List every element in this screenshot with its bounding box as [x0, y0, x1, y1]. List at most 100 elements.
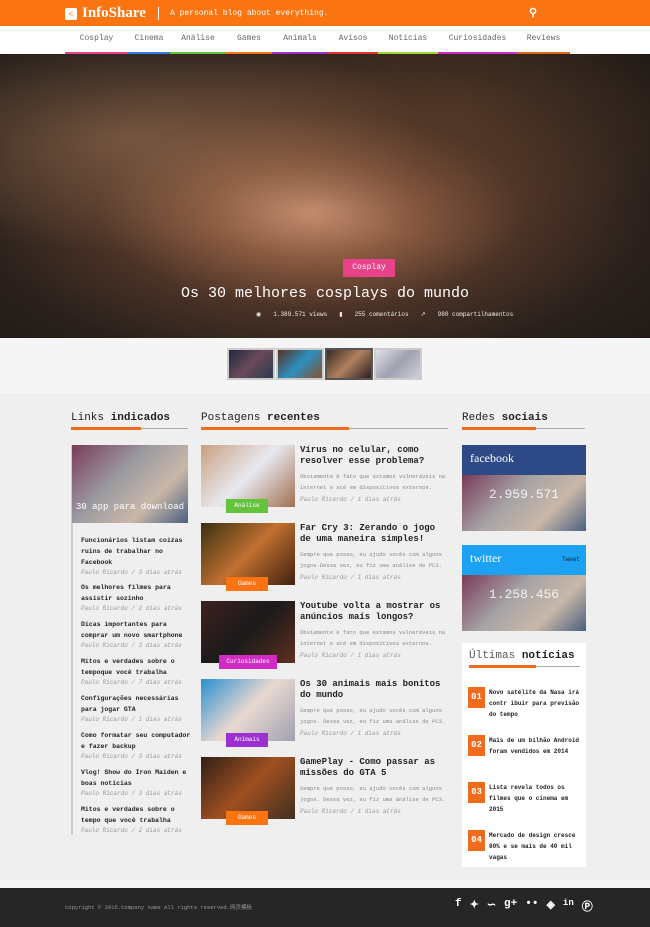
- link-title[interactable]: Funcionários listam coizas ruins de trab…: [81, 535, 191, 568]
- nav-item-cinema[interactable]: Cinema: [128, 26, 170, 54]
- rss-icon[interactable]: ∽: [487, 898, 496, 914]
- nav-item-animals[interactable]: Animals: [272, 26, 328, 54]
- nav-item-games[interactable]: Games: [226, 26, 272, 54]
- flickr-icon[interactable]: ••: [525, 898, 538, 914]
- post-category-badge[interactable]: Games: [226, 811, 268, 825]
- link-title[interactable]: Como formatar seu computador e fazer bac…: [81, 730, 191, 752]
- linkedin-icon[interactable]: in: [563, 898, 574, 914]
- post-category-badge[interactable]: Animais: [226, 733, 268, 747]
- tweet-button[interactable]: Tweet: [562, 556, 580, 563]
- footer-gap: [0, 880, 650, 888]
- social-heading: Redes sociais: [462, 412, 585, 430]
- news-heading: Últimas notícias: [469, 650, 580, 668]
- link-item[interactable]: Funcionários listam coizas ruins de trab…: [81, 535, 191, 576]
- twitter-count: 1.258.456: [462, 575, 586, 631]
- post-item[interactable]: Análise Vírus no celular, como resolver e…: [201, 445, 451, 515]
- post-meta: Paulo Ricardo / 1 dias atrás: [300, 808, 401, 815]
- post-image[interactable]: [201, 679, 295, 741]
- post-image[interactable]: [201, 601, 295, 663]
- post-meta: Paulo Ricardo / 1 dias atrás: [300, 574, 401, 581]
- link-title[interactable]: Dicas importantes para comprar um novo s…: [81, 619, 191, 641]
- post-item[interactable]: Games Far Cry 3: Zerando o jogo de uma ma…: [201, 523, 451, 593]
- post-item[interactable]: Curiosidades Youtube volta a mostrar os a…: [201, 601, 451, 671]
- link-title[interactable]: Configurações necessárias para jogar GTA: [81, 693, 191, 715]
- news-title[interactable]: Lista revela todos os filmes que o cinem…: [489, 782, 585, 815]
- facebook-icon[interactable]: f: [455, 898, 462, 914]
- search-icon[interactable]: ⚲: [529, 6, 537, 20]
- logo-text: InfoShare: [82, 5, 146, 21]
- slide-thumbnail[interactable]: [374, 348, 422, 380]
- logo[interactable]: < InfoShare: [65, 5, 146, 22]
- post-title[interactable]: Vírus no celular, como resolver esse pro…: [300, 445, 450, 467]
- post-title[interactable]: Far Cry 3: Zerando o jogo de uma maneira…: [300, 523, 450, 545]
- link-title[interactable]: Mitos e verdades sobre o tempoque você t…: [81, 656, 191, 678]
- nav-item-notícias[interactable]: Notícias: [378, 26, 438, 54]
- link-meta: Paulo Ricardo / 3 dias atrás: [81, 753, 182, 760]
- link-item[interactable]: Como formatar seu computador e fazer bac…: [81, 730, 191, 760]
- post-excerpt: Sempre que posso, eu ajudo vocês com alg…: [300, 707, 446, 725]
- post-title[interactable]: Os 30 animais mais bonitos do mundo: [300, 679, 450, 701]
- link-meta: Paulo Ricardo / 1 dias atrás: [81, 716, 182, 723]
- hero-title[interactable]: Os 30 melhores cosplays do mundo: [0, 285, 650, 302]
- post-image[interactable]: [201, 523, 295, 585]
- twitter-widget[interactable]: twitter Tweet 1.258.456: [462, 545, 586, 631]
- views-count: 1.389.571 views: [273, 311, 328, 318]
- link-meta: Paulo Ricardo / 3 dias atrás: [81, 642, 182, 649]
- news-title[interactable]: Novo satélite da Nasa irá contr ibuir pa…: [489, 687, 585, 720]
- hero-meta: ◉ 1.389.571 views ▮ 255 comentários ↗ 980 c…: [256, 311, 513, 318]
- post-meta: Paulo Ricardo / 1 dias atrás: [300, 730, 401, 737]
- post-image[interactable]: [201, 757, 295, 819]
- link-item[interactable]: Os melhores filmes para assistir sozinho…: [81, 582, 191, 612]
- link-meta: Paulo Ricardo / 2 dias atrás: [81, 827, 182, 834]
- nav-item-cosplay[interactable]: Cosplay: [65, 26, 128, 54]
- eye-icon: ◉: [256, 311, 262, 318]
- hero-category-badge[interactable]: Cosplay: [343, 259, 395, 277]
- link-item[interactable]: Dicas importantes para comprar um novo s…: [81, 619, 191, 649]
- post-category-badge[interactable]: Curiosidades: [219, 655, 277, 669]
- link-item[interactable]: Configurações necessárias para jogar GTA…: [81, 693, 191, 723]
- share-icon: <: [65, 7, 77, 20]
- post-excerpt: Obviamente é fato que estamos vulnerávei…: [300, 473, 446, 491]
- post-item[interactable]: Games GamePlay - Como passar as missões d…: [201, 757, 451, 827]
- facebook-widget[interactable]: facebook 2.959.571: [462, 445, 586, 531]
- link-meta: Paulo Ricardo / 3 dias atrás: [81, 569, 182, 576]
- comment-icon: ▮: [339, 311, 343, 318]
- category-nav: Cosplay Cinema Análise Games Animals Avisos No…: [0, 26, 650, 54]
- tagline: A personal blog about everything.: [170, 9, 329, 18]
- post-excerpt: Sempre que posso, eu ajudo vocês com alg…: [300, 551, 442, 569]
- link-title[interactable]: Os melhores filmes para assistir sozinho: [81, 582, 191, 604]
- link-meta: Paulo Ricardo / 3 dias atrás: [81, 790, 182, 797]
- link-meta: Paulo Ricardo / 7 dias atrás: [81, 679, 182, 686]
- nav-item-avisos[interactable]: Avisos: [328, 26, 378, 54]
- post-image[interactable]: [201, 445, 295, 507]
- nav-item-análise[interactable]: Análise: [170, 26, 226, 54]
- post-title[interactable]: Youtube volta a mostrar os anúncios mais…: [300, 601, 450, 623]
- slide-thumbnail[interactable]: [276, 348, 324, 380]
- nav-item-reviews[interactable]: Reviews: [517, 26, 570, 54]
- link-title[interactable]: Vlog! Show do Iron Maiden e boas notícia…: [81, 767, 191, 789]
- link-title[interactable]: Mitos e verdades sobre o tempo que você …: [81, 804, 191, 826]
- slide-thumbnail[interactable]: [227, 348, 275, 380]
- link-item[interactable]: Vlog! Show do Iron Maiden e boas notícia…: [81, 767, 191, 797]
- news-title[interactable]: Mercado de design cresce 80% e se mais d…: [489, 830, 585, 863]
- news-number: 02: [468, 734, 485, 756]
- post-category-badge[interactable]: Análise: [226, 499, 268, 513]
- featured-link-caption[interactable]: 30 app para download: [72, 502, 188, 512]
- nav-item-curiosidades[interactable]: Curiosidades: [438, 26, 517, 54]
- links-heading: Links indicados: [71, 412, 188, 430]
- post-excerpt: Obviamente é fato que estamos vulnerávei…: [300, 629, 446, 647]
- pinterest-icon[interactable]: Ⓟ: [582, 898, 593, 914]
- shares-count: 980 compartilhamentos: [437, 311, 514, 318]
- post-category-badge[interactable]: Games: [226, 577, 268, 591]
- link-item[interactable]: Mitos e verdades sobre o tempo que você …: [81, 804, 191, 834]
- link-item[interactable]: Mitos e verdades sobre o tempoque você t…: [81, 656, 191, 686]
- post-excerpt: Sempre que posso, eu ajudo vocês com alg…: [300, 785, 446, 803]
- news-title[interactable]: Mais de um bilhão Android foram vendidos…: [489, 735, 585, 757]
- post-item[interactable]: Animais Os 30 animais mais bonitos do mun…: [201, 679, 451, 749]
- slide-thumbnail-active[interactable]: [325, 348, 373, 380]
- twitter-icon[interactable]: ✦: [470, 898, 479, 914]
- copyright: Copyright © 2015.Company name All rights…: [65, 904, 253, 911]
- google-plus-icon[interactable]: g+: [504, 898, 517, 914]
- dribbble-icon[interactable]: ◈: [546, 898, 554, 914]
- post-title[interactable]: GamePlay - Como passar as missões do GTA…: [300, 757, 450, 779]
